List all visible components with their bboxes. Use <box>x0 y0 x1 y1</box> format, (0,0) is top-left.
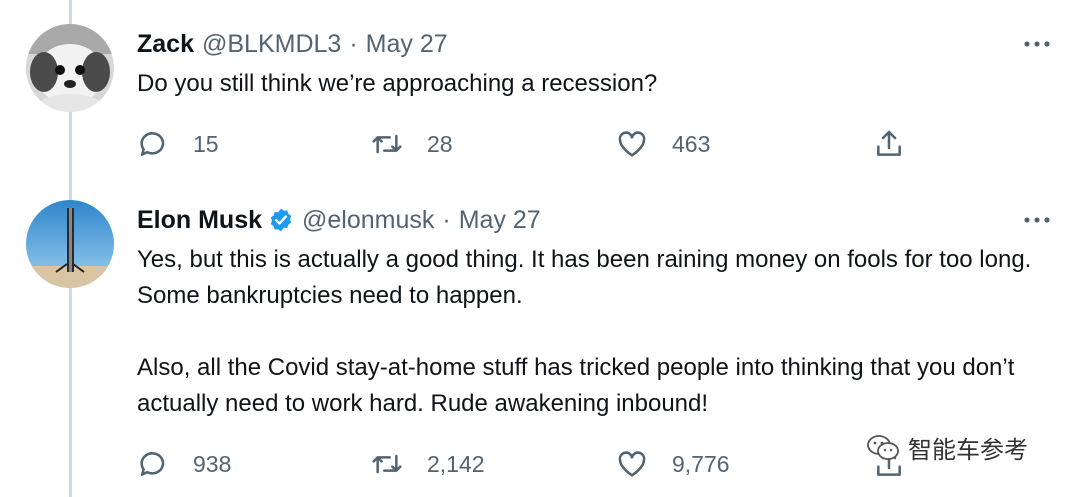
like-button[interactable]: 9,776 <box>616 444 730 484</box>
retweet-icon <box>372 134 402 154</box>
wechat-logo-icon <box>867 434 899 460</box>
action-bar: 15 28 463 <box>137 124 917 164</box>
tweet-zack[interactable]: Zack @BLKMDL3 · May 27 Do you still thin… <box>0 0 1080 180</box>
reply-count: 15 <box>193 130 219 157</box>
tweet-date[interactable]: May 27 <box>366 30 448 59</box>
verified-badge-icon <box>270 208 292 232</box>
reply-button[interactable]: 15 <box>137 124 219 164</box>
like-button[interactable]: 463 <box>616 124 710 164</box>
avatar[interactable] <box>26 24 114 112</box>
retweet-icon <box>372 454 402 474</box>
heart-icon <box>618 131 646 157</box>
more-dots-icon[interactable] <box>1022 34 1052 54</box>
reply-button[interactable]: 938 <box>137 444 231 484</box>
share-button[interactable] <box>873 124 929 164</box>
rocket-avatar-image <box>26 200 114 288</box>
like-count: 463 <box>672 130 711 157</box>
heart-icon <box>618 451 646 477</box>
speech-bubble-icon <box>140 452 165 476</box>
author-name[interactable]: Elon Musk <box>137 206 262 235</box>
avatar[interactable] <box>26 200 114 288</box>
tweet-text-paragraph-1: Yes, but this is actually a good thing. … <box>137 246 1032 309</box>
like-count: 9,776 <box>672 450 730 477</box>
retweet-count: 28 <box>427 130 453 157</box>
speech-bubble-icon <box>140 132 165 156</box>
share-icon <box>877 130 901 156</box>
tweet-date[interactable]: May 27 <box>459 206 541 235</box>
author-handle[interactable]: @BLKMDL3 <box>202 30 341 59</box>
separator: · <box>349 29 358 58</box>
retweet-count: 2,142 <box>427 450 485 477</box>
more-dots-icon[interactable] <box>1022 210 1052 230</box>
watermark: 智能车参考 <box>866 430 1028 465</box>
author-handle[interactable]: @elonmusk <box>302 206 434 235</box>
retweet-button[interactable]: 28 <box>371 124 453 164</box>
tweet-text-paragraph-2: Also, all the Covid stay-at-home stuff h… <box>137 354 1015 417</box>
watermark-text: 智能车参考 <box>908 437 1028 464</box>
author-name[interactable]: Zack <box>137 30 194 59</box>
separator: · <box>442 205 451 234</box>
tweet-text: Do you still think we’re approaching a r… <box>137 70 658 97</box>
retweet-button[interactable]: 2,142 <box>371 444 485 484</box>
action-bar: 938 2,142 9,776 <box>137 444 917 484</box>
dog-avatar-image <box>26 24 114 112</box>
reply-count: 938 <box>193 450 232 477</box>
